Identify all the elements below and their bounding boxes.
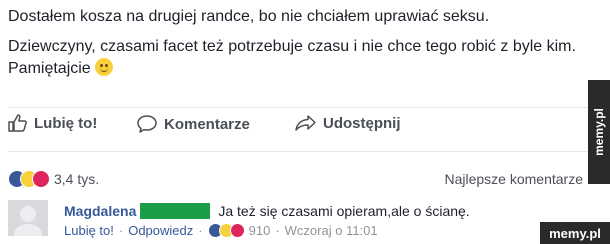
post-line-2-text: Dziewczyny, czasami facet też potrzebuje… (8, 38, 576, 77)
post-text: Dostałem kosza na drugiej randce, bo nie… (8, 6, 588, 80)
share-button[interactable]: Udostępnij (295, 114, 401, 132)
post-line-2: Dziewczyny, czasami facet też potrzebuje… (8, 36, 588, 80)
comment-reply-link[interactable]: Odpowiedz (128, 223, 193, 238)
love-reaction-icon[interactable] (32, 170, 50, 188)
top-comments-selector[interactable]: Najlepsze komentarze (444, 171, 583, 187)
smiley-emoji-icon (94, 58, 113, 76)
divider (8, 107, 588, 108)
comment: Magdalena Ja też się czasami opieram,ale … (64, 203, 470, 219)
watermark-bottom-text: memy.pl (549, 225, 601, 241)
divider (8, 151, 588, 152)
watermark-side-text: memy.pl (592, 108, 607, 156)
post-actions-bar: Lubię to! Komentarze Udostępnij (8, 114, 583, 144)
like-button[interactable]: Lubię to! (8, 114, 97, 132)
separator-dot: · (198, 223, 203, 238)
reactions-row: 3,4 tys. Najlepsze komentarze (8, 170, 583, 190)
watermark-logo: memy.pl (540, 222, 610, 244)
love-reaction-icon (229, 223, 245, 238)
censored-surname (140, 203, 211, 219)
separator-dot: · (275, 223, 280, 238)
comment-timestamp[interactable]: Wczoraj o 11:01 (285, 223, 378, 238)
like-button-label: Lubię to! (34, 114, 98, 132)
reaction-count[interactable]: 3,4 tys. (54, 171, 99, 187)
post-line-1: Dostałem kosza na drugiej randce, bo nie… (8, 8, 490, 25)
comment-button-label: Komentarze (164, 115, 250, 133)
separator-dot: · (118, 223, 124, 238)
comment-meta: Lubię to! · Odpowiedz · 910 · Wczoraj o … (64, 223, 378, 238)
share-arrow-icon (295, 115, 316, 131)
comment-author[interactable]: Magdalena (64, 203, 136, 219)
thumbs-up-icon (8, 114, 27, 132)
comment-like-link[interactable]: Lubię to! (64, 223, 114, 238)
comment-reactions[interactable] (207, 223, 245, 238)
comment-bubble-icon (137, 115, 157, 133)
watermark-logo: memy.pl (588, 80, 610, 184)
comment-button[interactable]: Komentarze (136, 114, 250, 134)
comment-reaction-count[interactable]: 910 (249, 223, 271, 238)
comment-text: Ja też się czasami opieram,ale o ścianę. (218, 203, 470, 219)
avatar[interactable] (8, 200, 48, 236)
share-button-label: Udostępnij (323, 114, 401, 132)
